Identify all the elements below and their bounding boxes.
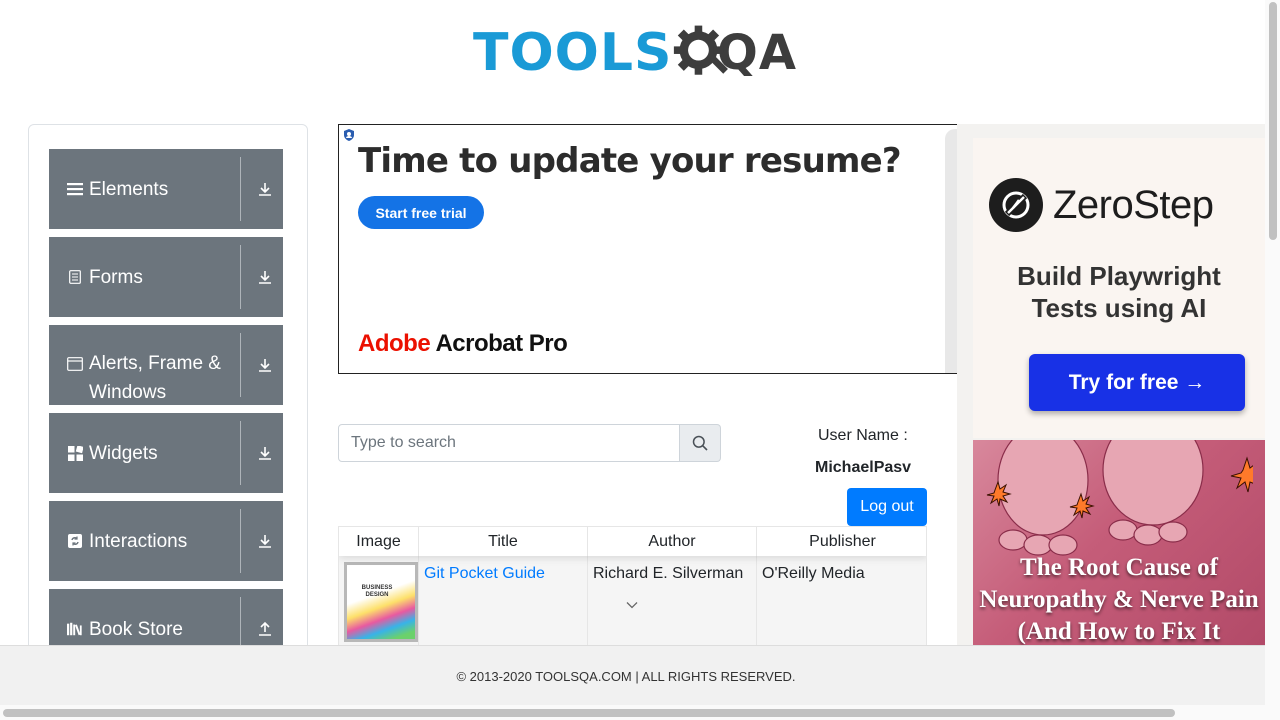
gear-magnifier-icon: [674, 25, 729, 75]
column-header-author[interactable]: Author: [588, 527, 757, 556]
logout-button[interactable]: Log out: [847, 488, 927, 526]
book-cover-text: BUSINESS DESIGN: [361, 585, 393, 598]
search-input[interactable]: [338, 424, 680, 462]
logo-text-tools: TOOLS: [473, 23, 673, 83]
sidebar-group-label: Widgets: [89, 442, 158, 464]
download-arrow-icon[interactable]: [256, 180, 274, 198]
search-icon: [692, 435, 708, 451]
sidebar-group-elements[interactable]: Elements: [49, 149, 283, 229]
book-title-link[interactable]: Git Pocket Guide: [424, 565, 545, 582]
sidebar-group-label: Alerts, Frame & Windows: [89, 353, 221, 403]
column-header-title[interactable]: Title: [419, 527, 588, 556]
horizontal-scrollbar-thumb[interactable]: [3, 709, 1175, 717]
zerostep-subtitle: Build Playwright Tests using AI: [1017, 261, 1221, 323]
books-table: Image Title Author Publisher BUSINESS DE…: [338, 526, 927, 656]
sidebar-group-interactions[interactable]: Interactions: [49, 501, 283, 581]
divider: [240, 333, 241, 397]
start-free-trial-button[interactable]: Start free trial: [358, 196, 484, 229]
column-header-image[interactable]: Image: [339, 527, 419, 556]
sidebar: Elements Forms Alerts, Frame & Windows W…: [28, 124, 308, 664]
site-logo[interactable]: TOOLS QA: [473, 16, 797, 90]
search-box: [338, 424, 721, 462]
ad-choices-icon[interactable]: [343, 129, 355, 141]
download-arrow-icon[interactable]: [256, 356, 274, 374]
ad-banner-adobe[interactable]: Time to update your resume? Start free t…: [338, 124, 958, 374]
sidebar-group-widgets[interactable]: Widgets: [49, 413, 283, 493]
divider: [240, 157, 241, 221]
ad-banner-zerostep[interactable]: ZeroStep Build Playwright Tests using AI…: [957, 124, 1265, 645]
document-icon: [67, 269, 83, 285]
zerostep-logo-icon: [989, 178, 1043, 232]
table-header: Image Title Author Publisher: [339, 527, 926, 556]
book-image-cell: BUSINESS DESIGN: [339, 556, 419, 655]
download-arrow-icon[interactable]: [256, 532, 274, 550]
footer-copyright: © 2013-2020 TOOLSQA.COM | ALL RIGHTS RES…: [456, 668, 796, 684]
books-icon: [67, 621, 83, 637]
adobe-acrobat-logo: Adobe Acrobat Pro: [358, 330, 568, 358]
sidebar-group-label: Book Store: [89, 618, 183, 640]
zerostep-brand: ZeroStep: [1053, 182, 1214, 227]
book-title-cell: Git Pocket Guide: [419, 556, 588, 655]
sidebar-group-label: Interactions: [89, 530, 188, 552]
divider: [240, 421, 241, 485]
zerostep-logo: ZeroStep: [989, 178, 1214, 232]
ad-headline: Time to update your resume?: [358, 141, 902, 181]
vertical-scrollbar-thumb[interactable]: [1269, 2, 1277, 240]
user-name-value: MichaelPasv: [815, 459, 912, 476]
divider: [240, 245, 241, 309]
brand-acrobat: Acrobat Pro: [430, 330, 568, 357]
column-header-publisher[interactable]: Publisher: [757, 527, 926, 556]
upload-arrow-icon[interactable]: [256, 620, 274, 638]
sidebar-group-forms[interactable]: Forms: [49, 237, 283, 317]
neuropathy-ad-headline: The Root Cause of Neuropathy & Nerve Pai…: [979, 554, 1259, 645]
sidebar-group-label: Elements: [89, 178, 169, 200]
book-cover-image: BUSINESS DESIGN: [344, 562, 418, 642]
zerostep-panel: ZeroStep Build Playwright Tests using AI…: [973, 138, 1265, 438]
download-arrow-icon[interactable]: [256, 444, 274, 462]
neuropathy-ad-image[interactable]: The Root Cause of Neuropathy & Nerve Pai…: [973, 440, 1265, 645]
footer: © 2013-2020 TOOLSQA.COM | ALL RIGHTS RES…: [0, 645, 1280, 706]
brand-adobe: Adobe: [358, 330, 431, 357]
feet-illustration: [986, 440, 1253, 556]
hamburger-icon: [67, 181, 83, 197]
widgets-icon: [67, 445, 83, 461]
sidebar-group-label: Forms: [89, 266, 143, 288]
divider: [240, 509, 241, 573]
vertical-scrollbar[interactable]: [1265, 0, 1280, 705]
book-author-cell: Richard E. Silverman: [588, 556, 757, 655]
search-button[interactable]: [680, 424, 721, 462]
refresh-icon: [67, 533, 83, 549]
horizontal-scrollbar[interactable]: [0, 705, 1280, 720]
download-arrow-icon[interactable]: [256, 268, 274, 286]
user-name-label: User Name :: [818, 427, 908, 444]
chevron-down-icon[interactable]: [625, 598, 639, 612]
sidebar-group-alerts[interactable]: Alerts, Frame & Windows: [49, 325, 283, 405]
window-icon: [67, 356, 83, 372]
try-for-free-button[interactable]: Try for free →: [1029, 354, 1245, 411]
book-publisher-cell: O'Reilly Media: [762, 565, 865, 582]
